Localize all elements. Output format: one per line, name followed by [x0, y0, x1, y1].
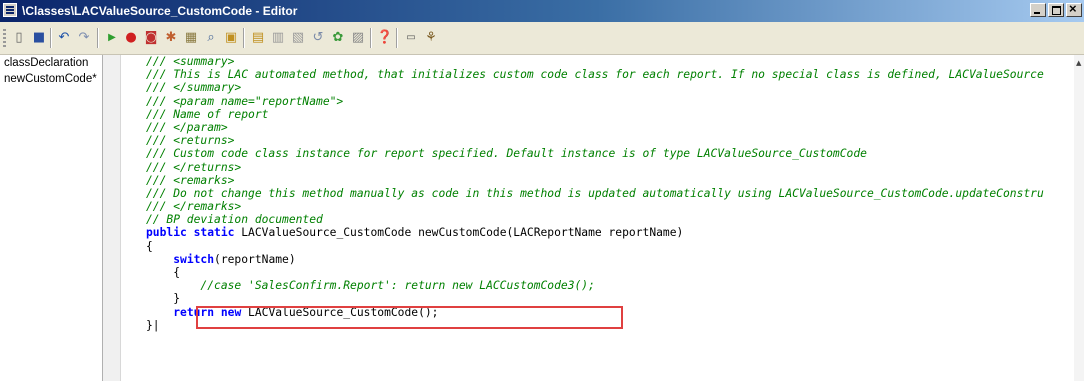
code-token: /// </param> [146, 120, 228, 134]
labels-icon[interactable]: ▭ [402, 29, 420, 47]
vertical-display-icon[interactable]: ⚘ [422, 29, 440, 47]
source-control-icon[interactable]: ▨ [349, 29, 367, 47]
code-token: /// Name of report [146, 107, 269, 121]
compile-icon[interactable]: ↺ [309, 29, 327, 47]
code-token: /// <summary> [146, 55, 235, 68]
code-token: { [146, 239, 153, 253]
code-token: /// Custom code class instance for repor… [146, 147, 867, 161]
code-line: { [121, 240, 1074, 253]
code-editor[interactable]: /// <summary>/// This is LAC automated m… [121, 55, 1074, 381]
vertical-scrollbar[interactable]: ▲ [1074, 55, 1084, 381]
save-icon[interactable]: ■ [30, 29, 48, 47]
code-line: /// </summary> [121, 81, 1074, 94]
code-line: /// <remarks> [121, 174, 1074, 187]
highlight-box [196, 306, 623, 329]
title-bar: \Classes\LACValueSource_CustomCode - Edi… [0, 0, 1084, 22]
code-token: // BP deviation documented [146, 213, 323, 227]
code-token: /// <remarks> [146, 173, 235, 187]
code-line: /// <param name="reportName"> [121, 95, 1074, 108]
code-token: /// </remarks> [146, 200, 242, 214]
lookup-icon[interactable]: ▦ [182, 29, 200, 47]
toolbar-grip[interactable] [3, 29, 6, 47]
code-token: /// This is LAC automated method, that i… [146, 68, 1044, 82]
redo-icon[interactable]: ↷ [75, 29, 93, 47]
window-title: \Classes\LACValueSource_CustomCode - Edi… [22, 4, 298, 18]
script-icon[interactable]: ▤ [249, 29, 267, 47]
code-token: (reportName) [214, 252, 296, 266]
scripts-icon[interactable]: ▥ [269, 29, 287, 47]
toolbar: ▯ ■ ↶ ↷ ▶ ● ◙ ✱ ▦ ⌕ ▣ ▤ ▥ ▧ ↺ ✿ ▨ ❓ ▭ ⚘ [0, 22, 1084, 55]
find-icon[interactable]: ⌕ [202, 29, 220, 47]
editor-window-icon [3, 3, 17, 17]
code-line: /// <summary> [121, 55, 1074, 68]
method-list-item[interactable]: classDeclaration [0, 55, 102, 71]
method-list: classDeclaration newCustomCode* [0, 55, 103, 381]
method-list-item[interactable]: newCustomCode* [0, 71, 102, 87]
help-icon[interactable]: ❓ [376, 29, 394, 47]
code-token: static [193, 226, 235, 240]
code-token: /// <param name="reportName"> [146, 94, 344, 108]
enable-breakpoint-icon[interactable]: ✱ [162, 29, 180, 47]
code-line: /// <returns> [121, 134, 1074, 147]
new-icon[interactable]: ▯ [10, 29, 28, 47]
minimize-button[interactable] [1030, 3, 1046, 17]
code-line: switch(reportName) [121, 253, 1074, 266]
code-token: /// <returns> [146, 134, 235, 148]
code-token: //case 'SalesConfirm.Report': return new… [200, 279, 595, 293]
editor-gutter [103, 55, 121, 381]
undo-icon[interactable]: ↶ [55, 29, 73, 47]
code-token: public [146, 226, 187, 240]
code-token: }| [146, 318, 160, 332]
code-token: LACValueSource_CustomCode newCustomCode(… [234, 226, 684, 240]
code-line: /// Name of report [121, 108, 1074, 121]
code-token: { [146, 266, 181, 279]
code-token: /// </returns> [146, 160, 242, 174]
code-line: //case 'SalesConfirm.Report': return new… [121, 279, 1074, 292]
code-line: /// </remarks> [121, 200, 1074, 213]
breakpoint-icon[interactable]: ● [122, 29, 140, 47]
best-practices-icon[interactable]: ✿ [329, 29, 347, 47]
close-button[interactable] [1066, 1, 1082, 17]
run-icon[interactable]: ▶ [103, 29, 121, 47]
code-token: /// Do not change this method manually a… [146, 186, 1044, 200]
code-line: /// This is LAC automated method, that i… [121, 68, 1074, 81]
code-line: // BP deviation documented [121, 213, 1074, 226]
code-token: } [146, 292, 181, 306]
code-token: /// </summary> [146, 81, 242, 95]
code-line: { [121, 266, 1074, 279]
code-line: } [121, 292, 1074, 305]
maximize-button[interactable] [1048, 3, 1064, 17]
code-token: switch [173, 252, 215, 266]
code-line: public static LACValueSource_CustomCode … [121, 226, 1074, 239]
scroll-up-arrow-icon[interactable]: ▲ [1076, 59, 1081, 67]
code-line: /// </param> [121, 121, 1074, 134]
scripts-alt-icon[interactable]: ▧ [289, 29, 307, 47]
code-line: /// Custom code class instance for repor… [121, 147, 1074, 160]
remove-breakpoints-icon[interactable]: ◙ [142, 29, 160, 47]
code-line: /// Do not change this method manually a… [121, 187, 1074, 200]
properties-icon[interactable]: ▣ [222, 29, 240, 47]
code-line: /// </returns> [121, 161, 1074, 174]
